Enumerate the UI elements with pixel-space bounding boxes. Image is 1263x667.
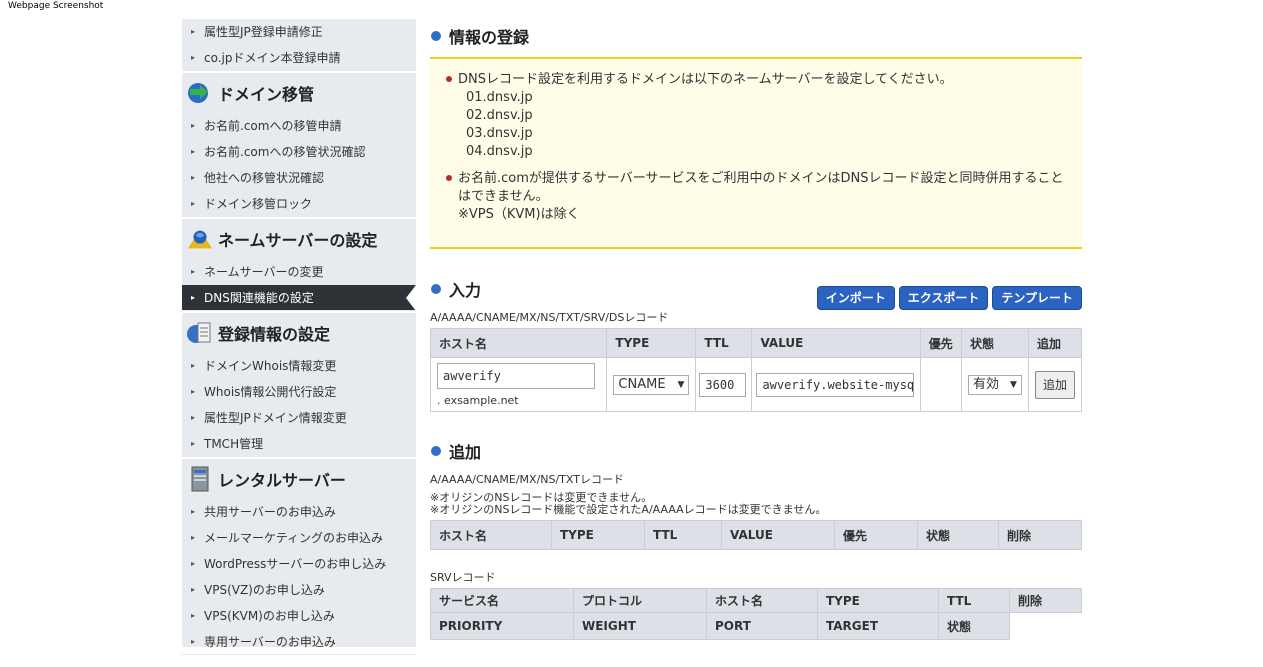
srv-caption: SRVレコード [430, 571, 496, 584]
nameserver-3: 03.dnsv.jp [466, 126, 533, 141]
ttl-input[interactable]: 3600 [699, 372, 747, 397]
notice-box: DNSレコード設定を利用するドメインは以下のネームサーバーを設定してください。 … [430, 57, 1082, 249]
add-note-a-aaaa: ※オリジンのNSレコード機能で設定されたA/AAAAレコードは変更できません。 [430, 503, 827, 516]
host-input[interactable]: awverify [437, 362, 595, 389]
template-button[interactable]: テンプレート [992, 286, 1082, 310]
bullet-icon [431, 446, 441, 456]
sidebar-item-whois-change[interactable]: ドメインWhois情報変更 [182, 353, 416, 379]
sidebar-item-dedicated-server[interactable]: 専用サーバーのお申込み [182, 629, 416, 655]
sidebar-section-title: 登録情報の設定 [218, 325, 331, 344]
input-table: ホスト名 TYPE TTL VALUE 優先 状態 追加 awverify . … [429, 328, 1083, 412]
col-host: ホスト名 [430, 520, 552, 550]
nameserver-icon [186, 226, 214, 252]
sidebar-section-title: ドメイン移管 [218, 85, 315, 104]
col-type: TYPE [606, 328, 697, 358]
domain-suffix: . exsample.net [437, 393, 519, 407]
notice-vps-exception: ※VPS（KVM)は除く [458, 207, 580, 222]
sidebar-item-dns-settings[interactable]: DNS関連機能の設定 [182, 285, 416, 311]
col-status: 状態 [917, 520, 999, 550]
add-section-title: 追加 [430, 434, 481, 468]
srv-col-protocol: プロトコル [573, 588, 707, 613]
notice-server-service-cont: はできません。 [458, 189, 549, 204]
col-value: VALUE [751, 328, 921, 358]
sidebar-item-vps-vz[interactable]: VPS(VZ)のお申し込み [182, 577, 416, 603]
sidebar-section-rental-server: レンタルサーバー [182, 457, 416, 499]
col-priority: 優先 [834, 520, 918, 550]
sidebar-item-label: DNS関連機能の設定 [204, 291, 314, 305]
add-record-types: A/AAAA/CNAME/MX/NS/TXTレコード [430, 473, 624, 486]
col-ttl: TTL [695, 328, 753, 358]
records-table: ホスト名 TYPE TTL VALUE 優先 状態 削除 [430, 520, 1082, 550]
input-row: awverify . exsample.net CNAME ▼ 3600 awv… [429, 357, 1083, 412]
export-button[interactable]: エクスポート [898, 286, 989, 310]
col-delete: 削除 [998, 520, 1082, 550]
sidebar-section-title: ネームサーバーの設定 [218, 231, 378, 250]
srv-table: サービス名 プロトコル ホスト名 TYPE TTL 削除 PRIORITY WE… [430, 588, 1082, 640]
srv-col-delete: 削除 [1009, 588, 1082, 613]
srv-col-service: サービス名 [430, 588, 574, 613]
sidebar-item-whois-proxy[interactable]: Whois情報公開代行設定 [182, 379, 416, 405]
col-type: TYPE [551, 520, 645, 550]
srv-col-target: TARGET [817, 612, 939, 640]
srv-col-weight: WEIGHT [573, 612, 707, 640]
srv-col-host: ホスト名 [706, 588, 818, 613]
bullet-icon [431, 284, 441, 294]
dropdown-arrow-icon: ▼ [677, 379, 685, 390]
type-select[interactable]: CNAME ▼ [613, 374, 690, 395]
col-priority: 優先 [919, 328, 962, 358]
sidebar-item-cojp-register[interactable]: co.jpドメイン本登録申請 [182, 45, 416, 71]
import-button[interactable]: インポート [816, 286, 895, 310]
sidebar-item-vps-kvm[interactable]: VPS(KVM)のお申し込み [182, 603, 416, 629]
sidebar-item-shared-server[interactable]: 共用サーバーのお申込み [182, 499, 416, 525]
srv-col-ttl: TTL [938, 588, 1010, 613]
document-icon [186, 320, 214, 346]
input-toolbar: インポート エクスポート テンプレート [816, 286, 1082, 310]
col-value: VALUE [721, 520, 835, 550]
notice-server-service: お名前.comが提供するサーバーサービスをご利用中のドメインはDNSレコード設定… [444, 170, 1082, 188]
info-section-title: 情報の登録 [430, 19, 529, 53]
col-host: ホスト名 [429, 328, 608, 358]
add-record-button[interactable]: 追加 [1034, 370, 1075, 399]
watermark: Webpage Screenshot [8, 1, 104, 11]
col-status: 状態 [960, 328, 1029, 358]
sidebar-item-transfer-status[interactable]: お名前.comへの移管状況確認 [182, 139, 416, 165]
dropdown-arrow-icon: ▼ [1010, 379, 1017, 390]
srv-col-port: PORT [706, 612, 818, 640]
notice-nameserver: DNSレコード設定を利用するドメインは以下のネームサーバーを設定してください。 [444, 71, 1082, 89]
col-add: 追加 [1027, 328, 1083, 358]
nameserver-2: 02.dnsv.jp [466, 108, 533, 123]
sidebar-item-transfer-out-status[interactable]: 他社への移管状況確認 [182, 165, 416, 191]
bullet-icon [431, 31, 441, 41]
sidebar-item-nameserver-change[interactable]: ネームサーバーの変更 [182, 259, 416, 285]
sidebar-section-transfer: ドメイン移管 [182, 71, 416, 113]
sidebar-item-jp-attr-fix[interactable]: 属性型JP登録申請修正 [182, 19, 416, 45]
sidebar-section-nameserver: ネームサーバーの設定 [182, 217, 416, 259]
input-record-types: A/AAAA/CNAME/MX/NS/TXT/SRV/DSレコード [430, 311, 669, 324]
value-input[interactable]: awverify.website-mysql.azu [756, 372, 915, 397]
sidebar-item-mail-marketing[interactable]: メールマーケティングのお申込み [182, 525, 416, 551]
sidebar-item-transfer-apply[interactable]: お名前.comへの移管申請 [182, 113, 416, 139]
priority-cell [919, 357, 962, 412]
sidebar: 属性型JP登録申請修正 co.jpドメイン本登録申請 ドメイン移管 お名前.co… [182, 19, 416, 655]
nameserver-4: 04.dnsv.jp [466, 144, 533, 159]
sidebar-section-registration: 登録情報の設定 [182, 311, 416, 353]
status-select[interactable]: 有効 ▼ [967, 374, 1022, 395]
sidebar-item-wordpress-server[interactable]: WordPressサーバーのお申し込み [182, 551, 416, 577]
srv-col-type: TYPE [817, 588, 939, 613]
input-section-title: 入力 [430, 272, 481, 306]
nameserver-1: 01.dnsv.jp [466, 90, 533, 105]
sidebar-item-tmch[interactable]: TMCH管理 [182, 431, 416, 457]
sidebar-item-transfer-lock[interactable]: ドメイン移管ロック [182, 191, 416, 217]
server-icon [186, 466, 214, 492]
transfer-icon [186, 80, 214, 106]
col-ttl: TTL [644, 520, 722, 550]
sidebar-item-jp-attr-change[interactable]: 属性型JPドメイン情報変更 [182, 405, 416, 431]
srv-col-status: 状態 [938, 612, 1010, 640]
sidebar-section-title: レンタルサーバー [218, 471, 346, 490]
srv-col-priority: PRIORITY [430, 612, 574, 640]
